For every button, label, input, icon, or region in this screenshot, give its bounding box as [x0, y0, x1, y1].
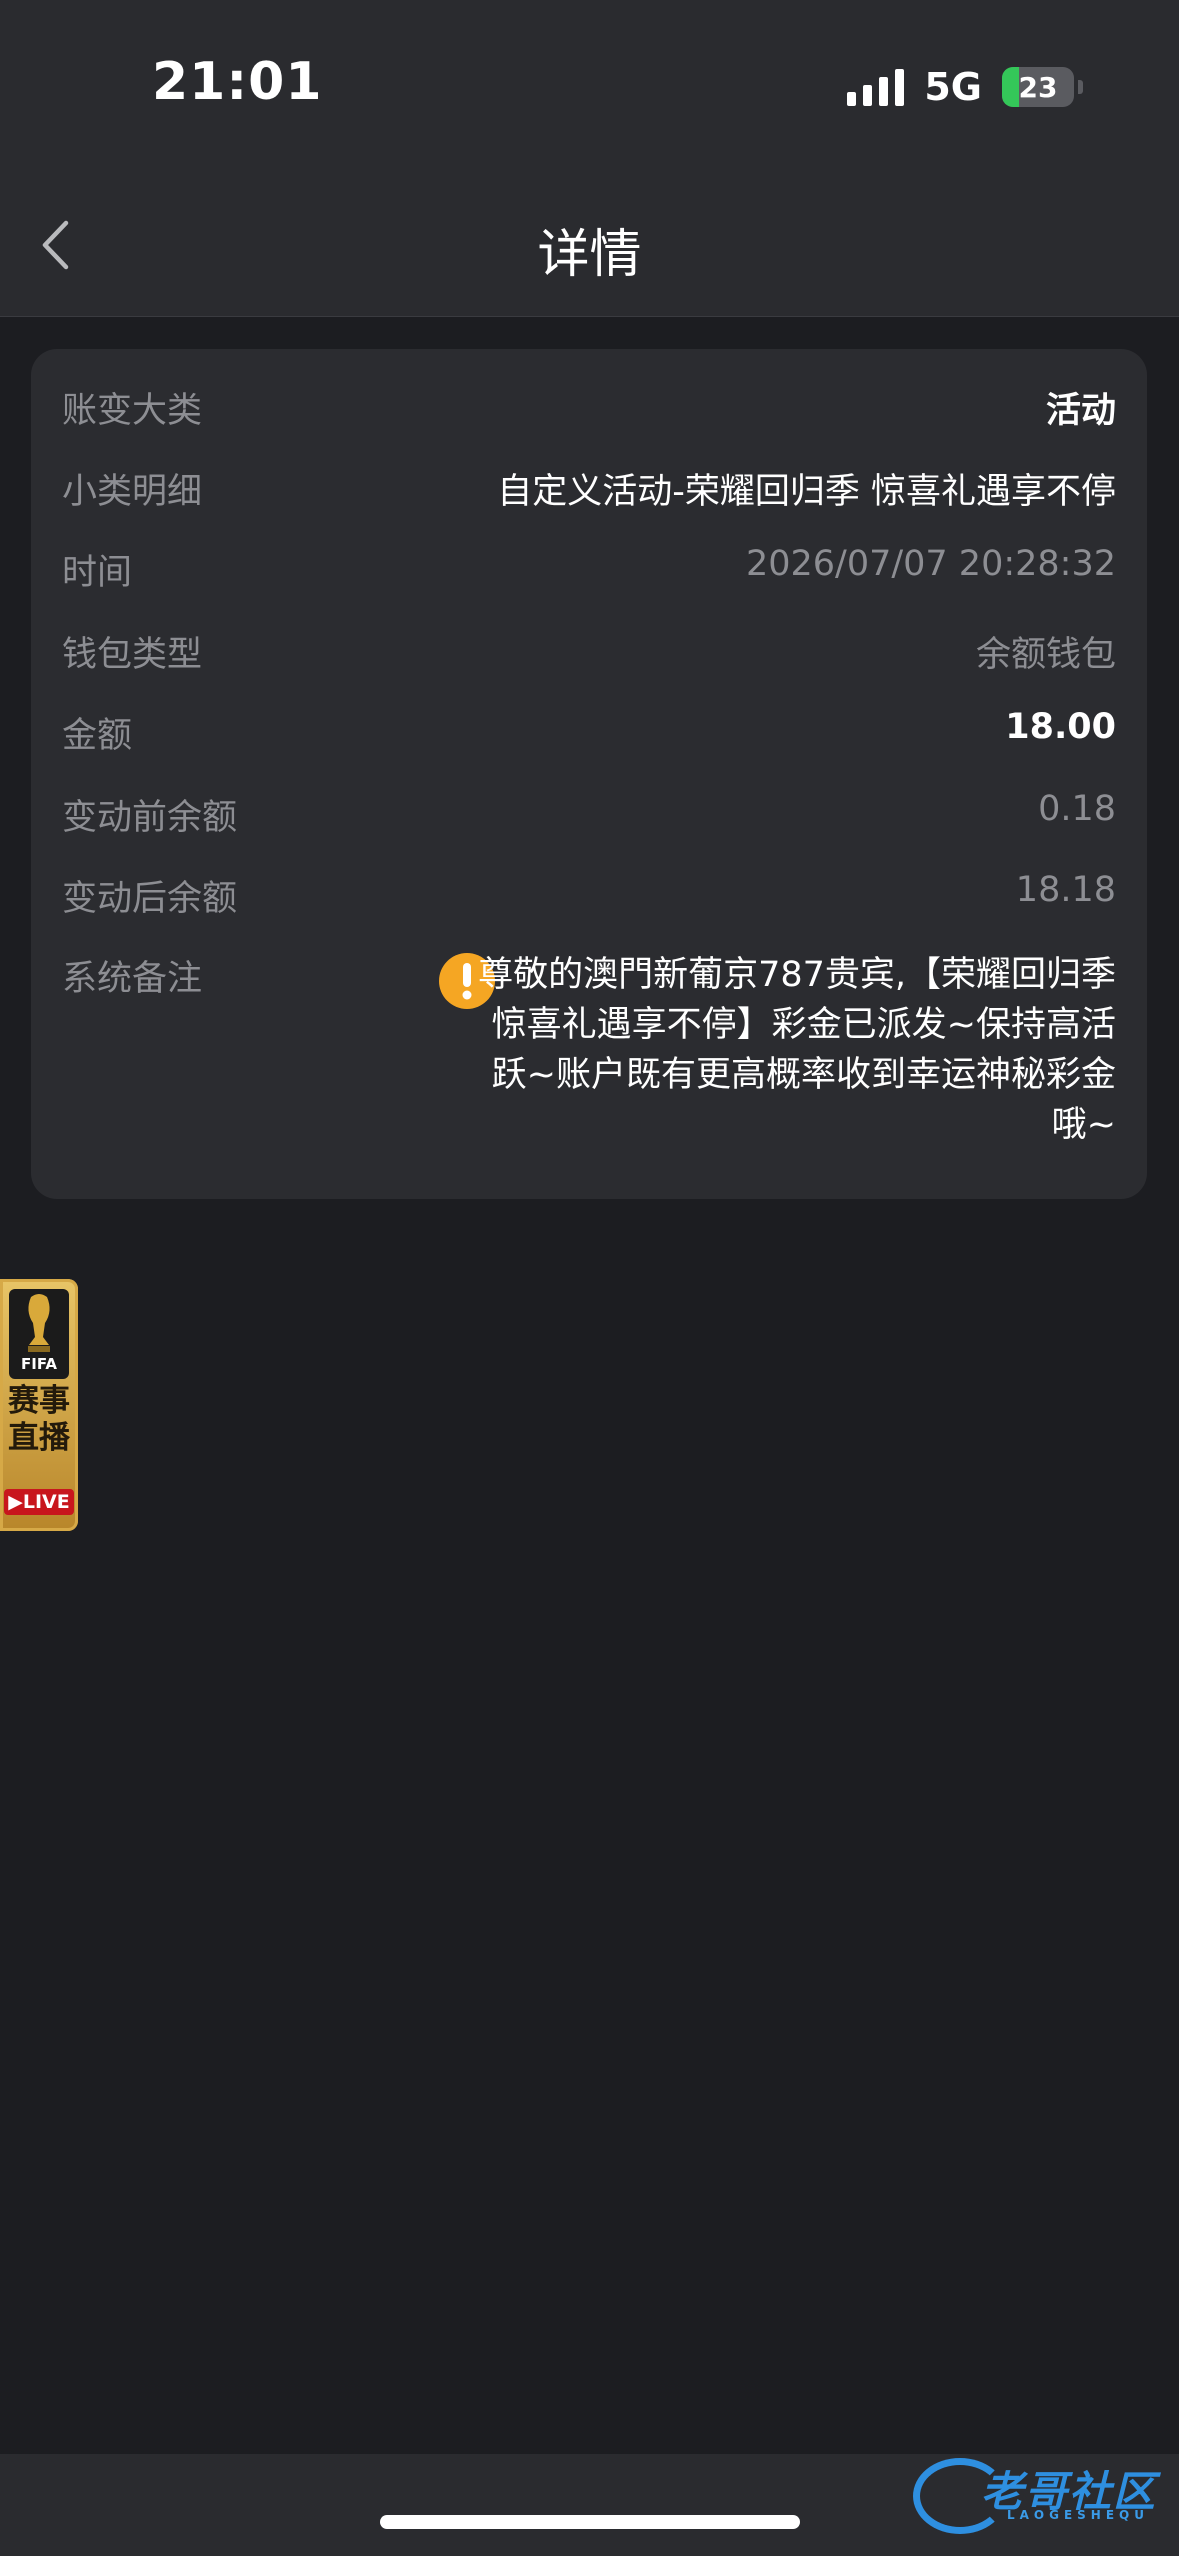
network-type: 5G: [924, 65, 982, 109]
detail-row-balance-after: 变动后余额 18.18: [62, 870, 1116, 930]
row-label: 金额: [62, 716, 133, 756]
row-value: 18.00: [1005, 707, 1116, 747]
detail-row-subcategory: 小类明细 自定义活动-荣耀回归季 惊喜礼遇享不停: [62, 463, 1116, 523]
row-label: 变动前余额: [62, 798, 238, 838]
row-label: 系统备注: [62, 959, 203, 999]
battery-cap: [1078, 80, 1083, 94]
row-value: 自定义活动-荣耀回归季 惊喜礼遇享不停: [497, 472, 1116, 512]
battery-percent: 23: [1018, 70, 1058, 104]
remark-text: 尊敬的澳門新葡京787贵宾,【荣耀回归季 惊喜礼遇享不停】彩金已派发~保持高活跃…: [478, 955, 1116, 1145]
page-title: 详情: [537, 225, 642, 285]
signal-icon: [847, 68, 905, 106]
fifa-badge: FIFA: [21, 1355, 57, 1373]
banner-title: 赛事直播: [8, 1383, 70, 1456]
live-broadcast-banner[interactable]: FIFA 赛事直播 ▶LIVE: [0, 1279, 78, 1531]
detail-row-time: 时间 2026/07/07 20:28:32: [62, 544, 1116, 604]
row-value: 0.18: [1038, 789, 1116, 829]
detail-card: 账变大类 活动 小类明细 自定义活动-荣耀回归季 惊喜礼遇享不停 时间 2026…: [31, 349, 1147, 1199]
row-value: 18.18: [1015, 870, 1116, 910]
row-value: 活动: [1045, 391, 1116, 431]
row-value: 余额钱包: [975, 635, 1116, 675]
row-label: 账变大类: [62, 391, 203, 431]
detail-row-wallet: 钱包类型 余额钱包: [62, 626, 1116, 686]
detail-row-amount: 金额 18.00: [62, 707, 1116, 767]
live-badge: ▶LIVE: [4, 1489, 74, 1515]
status-indicators: 5G 23: [847, 62, 1083, 112]
top-header: 21:01 5G 23 详情: [0, 0, 1179, 317]
row-label: 时间: [62, 553, 133, 593]
status-time: 21:01: [152, 52, 323, 112]
row-label: 变动后余额: [62, 879, 238, 919]
row-label: 钱包类型: [62, 635, 203, 675]
row-label: 小类明细: [62, 472, 203, 512]
watermark-logo: 老哥社区 LAOGESHEQU: [911, 2452, 1161, 2536]
battery-icon: 23: [1002, 67, 1074, 107]
detail-row-balance-before: 变动前余额 0.18: [62, 789, 1116, 849]
row-value: 2026/07/07 20:28:32: [745, 544, 1116, 584]
watermark-subtext: LAOGESHEQU: [1006, 2508, 1149, 2522]
home-indicator[interactable]: [380, 2515, 800, 2529]
trophy-icon: FIFA: [9, 1289, 69, 1379]
detail-row-category: 账变大类 活动: [62, 382, 1116, 442]
